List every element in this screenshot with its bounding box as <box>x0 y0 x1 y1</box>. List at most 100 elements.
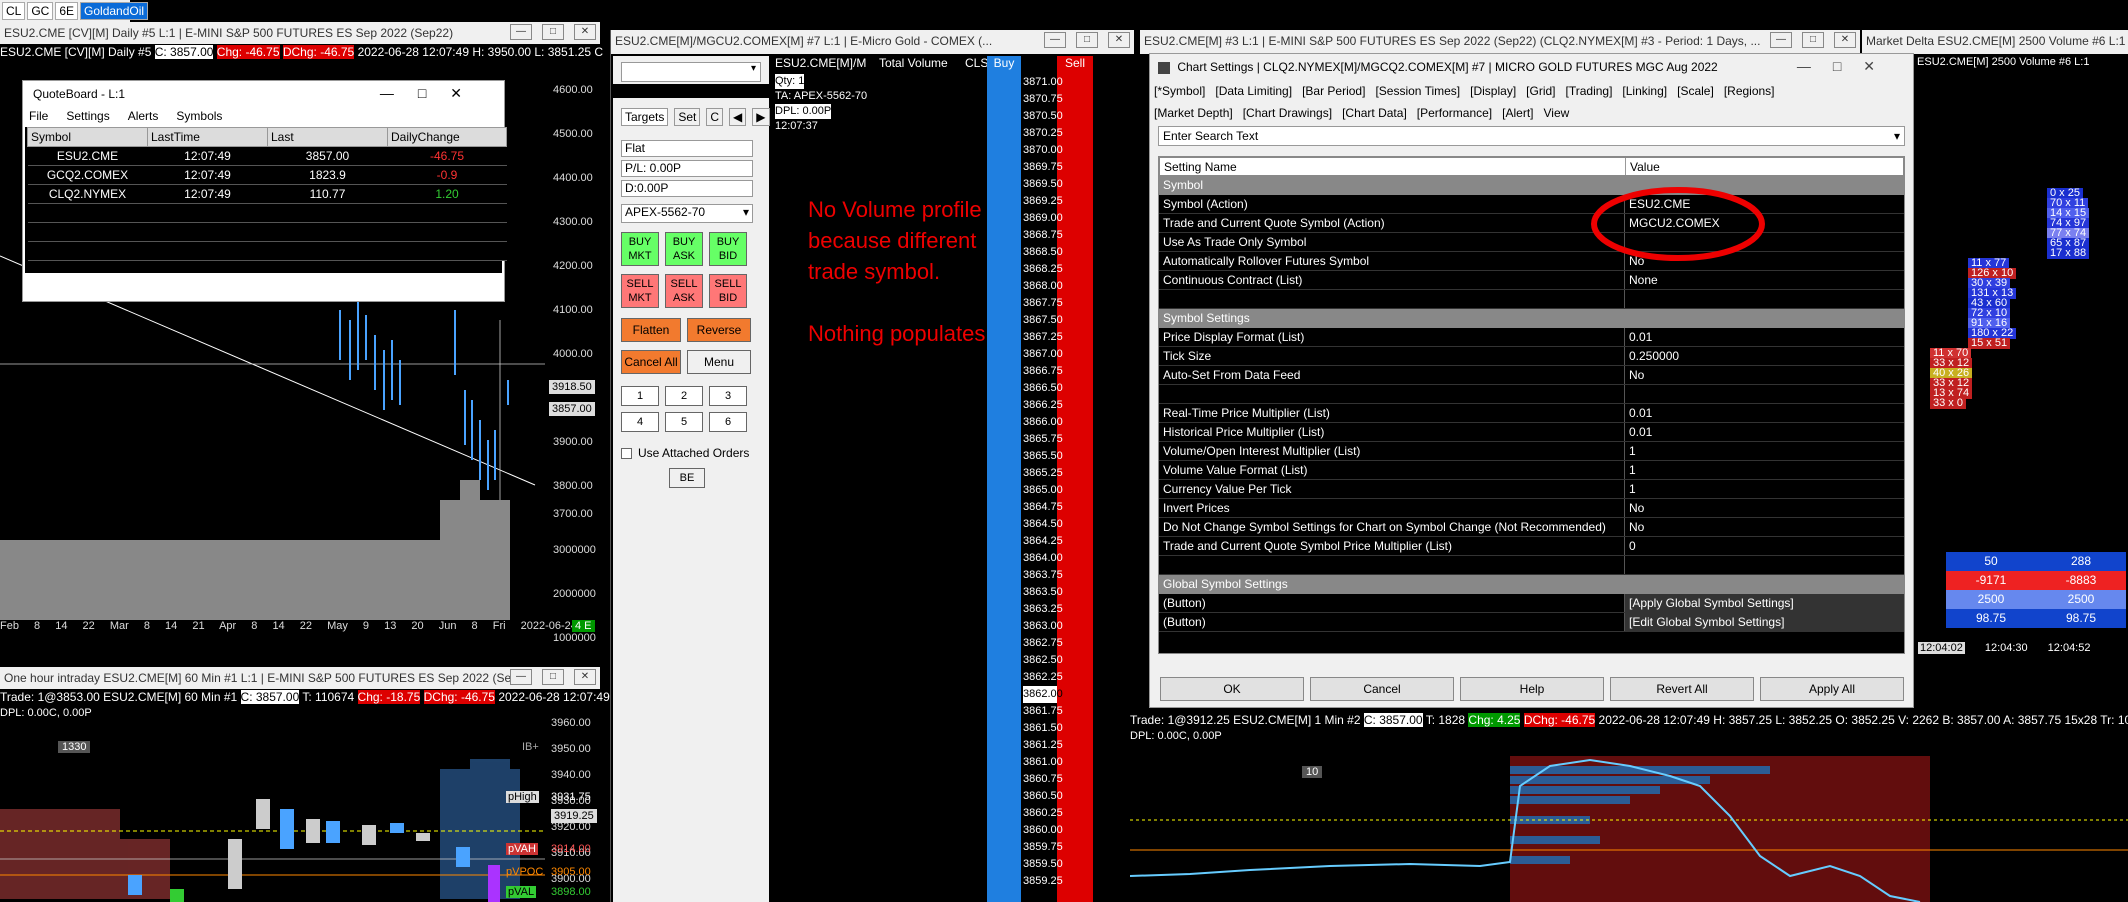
ladder-price-cell[interactable]: 3860.00 <box>1023 822 1063 839</box>
tab-goldandoil[interactable]: GoldandOil <box>80 2 149 20</box>
setting-value[interactable]: No <box>1625 518 1904 536</box>
symbol-dropdown[interactable]: ▾ <box>621 62 761 82</box>
settings-row[interactable]: Historical Price Multiplier (List) 0.01 <box>1159 423 1904 442</box>
maximize-button[interactable]: □ <box>1802 32 1824 48</box>
ladder-price-cell[interactable]: 3870.50 <box>1023 108 1063 125</box>
tab-c[interactable]: C <box>706 108 724 126</box>
ladder-price-cell[interactable]: 3865.00 <box>1023 482 1063 499</box>
tab-display[interactable]: [Display] <box>1470 82 1516 100</box>
settings-row[interactable]: Automatically Rollover Futures Symbol No <box>1159 252 1904 271</box>
qty-button-3[interactable]: 3 <box>709 386 747 406</box>
minimize-button[interactable]: — <box>1044 32 1066 48</box>
ladder-price-cell[interactable]: 3866.75 <box>1023 363 1063 380</box>
ladder-price-cell[interactable]: 3862.00 <box>1023 686 1063 703</box>
ladder-price-cell[interactable]: 3859.25 <box>1023 873 1063 890</box>
tab-set[interactable]: Set <box>674 108 701 126</box>
ladder-price-cell[interactable]: 3864.50 <box>1023 516 1063 533</box>
ladder-price-cell[interactable]: 3861.00 <box>1023 754 1063 771</box>
ladder-price-cell[interactable]: 3865.25 <box>1023 465 1063 482</box>
ladder-price-cell[interactable]: 3867.75 <box>1023 295 1063 312</box>
sell-market-button[interactable]: SELL MKT <box>621 274 659 308</box>
col-header-last[interactable]: Last <box>267 127 388 147</box>
ladder-price-cell[interactable]: 3859.75 <box>1023 839 1063 856</box>
ladder-price-cell[interactable]: 3866.25 <box>1023 397 1063 414</box>
settings-row[interactable] <box>1159 385 1904 404</box>
ladder-price-cell[interactable]: 3862.50 <box>1023 652 1063 669</box>
tab-grid[interactable]: [Grid] <box>1526 82 1555 100</box>
tab-6e[interactable]: 6E <box>55 2 79 20</box>
ladder-price-cell[interactable]: 3867.50 <box>1023 312 1063 329</box>
ladder-price-cell[interactable]: 3868.00 <box>1023 278 1063 295</box>
ladder-price-cell[interactable]: 3862.75 <box>1023 635 1063 652</box>
qty-button-4[interactable]: 4 <box>621 412 659 432</box>
tab-symbol[interactable]: [*Symbol] <box>1154 82 1205 100</box>
sell-bid-button[interactable]: SELL BID <box>709 274 747 308</box>
ladder-price-cell[interactable]: 3870.75 <box>1023 91 1063 108</box>
settings-row[interactable]: Tick Size 0.250000 <box>1159 347 1904 366</box>
search-input[interactable]: Enter Search Text ▾ <box>1158 126 1905 146</box>
tab-performance[interactable]: [Performance] <box>1417 104 1492 122</box>
setting-value[interactable]: No <box>1625 499 1904 517</box>
ladder-price-cell[interactable]: 3861.25 <box>1023 737 1063 754</box>
ok-button[interactable]: OK <box>1160 677 1304 701</box>
ladder-price-cell[interactable]: 3866.50 <box>1023 380 1063 397</box>
tab-linking[interactable]: [Linking] <box>1622 82 1667 100</box>
apply-all-button[interactable]: Apply All <box>1760 677 1904 701</box>
ladder-price-cell[interactable]: 3863.00 <box>1023 618 1063 635</box>
ladder-price-cell[interactable]: 3868.25 <box>1023 261 1063 278</box>
menu-button[interactable]: Menu <box>687 350 751 374</box>
table-row[interactable]: GCQ2.COMEX 12:07:49 1823.9 -0.9 <box>27 165 507 185</box>
maximize-button[interactable]: □ <box>1076 32 1098 48</box>
settings-row[interactable]: Trade and Current Quote Symbol Price Mul… <box>1159 537 1904 556</box>
menu-file[interactable]: File <box>29 109 48 127</box>
close-button[interactable]: ✕ <box>1108 32 1130 48</box>
tab-gc[interactable]: GC <box>27 2 54 20</box>
close-button[interactable]: ✕ <box>1834 32 1856 48</box>
close-button[interactable]: ✕ <box>574 24 596 40</box>
settings-row[interactable]: Volume/Open Interest Multiplier (List) 1 <box>1159 442 1904 461</box>
col-header-dailychange[interactable]: DailyChange <box>387 127 507 147</box>
flatten-button[interactable]: Flatten <box>621 318 681 342</box>
col-header-lasttime[interactable]: LastTime <box>147 127 268 147</box>
ladder-price-cell[interactable]: 3862.25 <box>1023 669 1063 686</box>
settings-row[interactable]: Do Not Change Symbol Settings for Chart … <box>1159 518 1904 537</box>
ladder-price-cell[interactable]: 3870.00 <box>1023 142 1063 159</box>
minimize-button[interactable]: — <box>510 24 532 40</box>
window-controls[interactable]: —□✕ <box>380 85 486 102</box>
account-select[interactable]: APEX-5562-70 ▾ <box>621 204 753 223</box>
ladder-price-cell[interactable]: 3861.50 <box>1023 720 1063 737</box>
setting-value[interactable] <box>1625 385 1904 403</box>
buy-column[interactable] <box>987 74 1021 902</box>
settings-row[interactable]: Symbol (Action) ESU2.CME <box>1159 195 1904 214</box>
qty-button-6[interactable]: 6 <box>709 412 747 432</box>
tab-regions[interactable]: [Regions] <box>1724 82 1775 100</box>
settings-row[interactable]: (Button) [Apply Global Symbol Settings] <box>1159 594 1904 613</box>
tab-alert[interactable]: [Alert] <box>1502 104 1533 122</box>
ladder-price-cell[interactable]: 3871.00 <box>1023 74 1063 91</box>
setting-value[interactable]: 0.01 <box>1625 328 1904 346</box>
col-header-symbol[interactable]: Symbol <box>27 127 148 147</box>
table-row[interactable]: CLQ2.NYMEX 12:07:49 110.77 1.20 <box>27 184 507 204</box>
settings-row[interactable]: Real-Time Price Multiplier (List) 0.01 <box>1159 404 1904 423</box>
menu-alerts[interactable]: Alerts <box>128 109 159 127</box>
use-attached-orders-row[interactable]: Use Attached Orders <box>621 446 749 460</box>
setting-value[interactable]: 0.01 <box>1625 423 1904 441</box>
ladder-price-cell[interactable]: 3860.25 <box>1023 805 1063 822</box>
settings-row[interactable]: (Button) [Edit Global Symbol Settings] <box>1159 613 1904 632</box>
buy-market-button[interactable]: BUY MKT <box>621 232 659 266</box>
setting-value[interactable]: 1 <box>1625 442 1904 460</box>
ladder-price-cell[interactable]: 3863.50 <box>1023 584 1063 601</box>
ladder-price-cell[interactable]: 3865.75 <box>1023 431 1063 448</box>
tab-chart-drawings[interactable]: [Chart Drawings] <box>1243 104 1332 122</box>
setting-value[interactable]: [Edit Global Symbol Settings] <box>1625 613 1904 631</box>
ladder-price-cell[interactable]: 3868.75 <box>1023 227 1063 244</box>
settings-row[interactable]: Auto-Set From Data Feed No <box>1159 366 1904 385</box>
ladder-price-cell[interactable]: 3863.25 <box>1023 601 1063 618</box>
menu-settings[interactable]: Settings <box>66 109 109 127</box>
tab-session-times[interactable]: [Session Times] <box>1375 82 1460 100</box>
close-button[interactable]: ✕ <box>574 669 596 685</box>
tab-targets[interactable]: Targets <box>621 108 669 126</box>
hourly-price-plot[interactable] <box>0 759 545 902</box>
qty-button-5[interactable]: 5 <box>665 412 703 432</box>
tab-scale[interactable]: [Scale] <box>1677 82 1714 100</box>
